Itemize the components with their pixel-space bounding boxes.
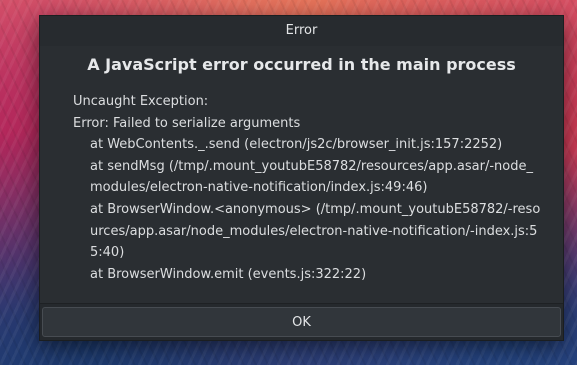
window-title: Error bbox=[285, 23, 318, 38]
error-heading: A JavaScript error occurred in the main … bbox=[87, 55, 516, 74]
error-message: Uncaught Exception: Error: Failed to ser… bbox=[73, 91, 543, 285]
ok-button[interactable]: OK bbox=[42, 307, 561, 337]
error-dialog: Error A JavaScript error occurred in the… bbox=[39, 15, 564, 341]
button-bar: OK bbox=[40, 303, 563, 340]
stack-frame: at sendMsg (/tmp/.mount_youtubE58782/res… bbox=[90, 158, 533, 196]
stack-frame: at BrowserWindow.<anonymous> (/tmp/.moun… bbox=[90, 201, 541, 261]
error-summary: Error: Failed to serialize arguments bbox=[73, 115, 301, 131]
stack-frame: at BrowserWindow.emit (events.js:322:22) bbox=[90, 266, 367, 282]
dialog-titlebar[interactable]: Error bbox=[40, 16, 563, 46]
exception-label: Uncaught Exception: bbox=[73, 94, 209, 109]
stack-frame: at WebContents._.send (electron/js2c/bro… bbox=[90, 137, 503, 153]
